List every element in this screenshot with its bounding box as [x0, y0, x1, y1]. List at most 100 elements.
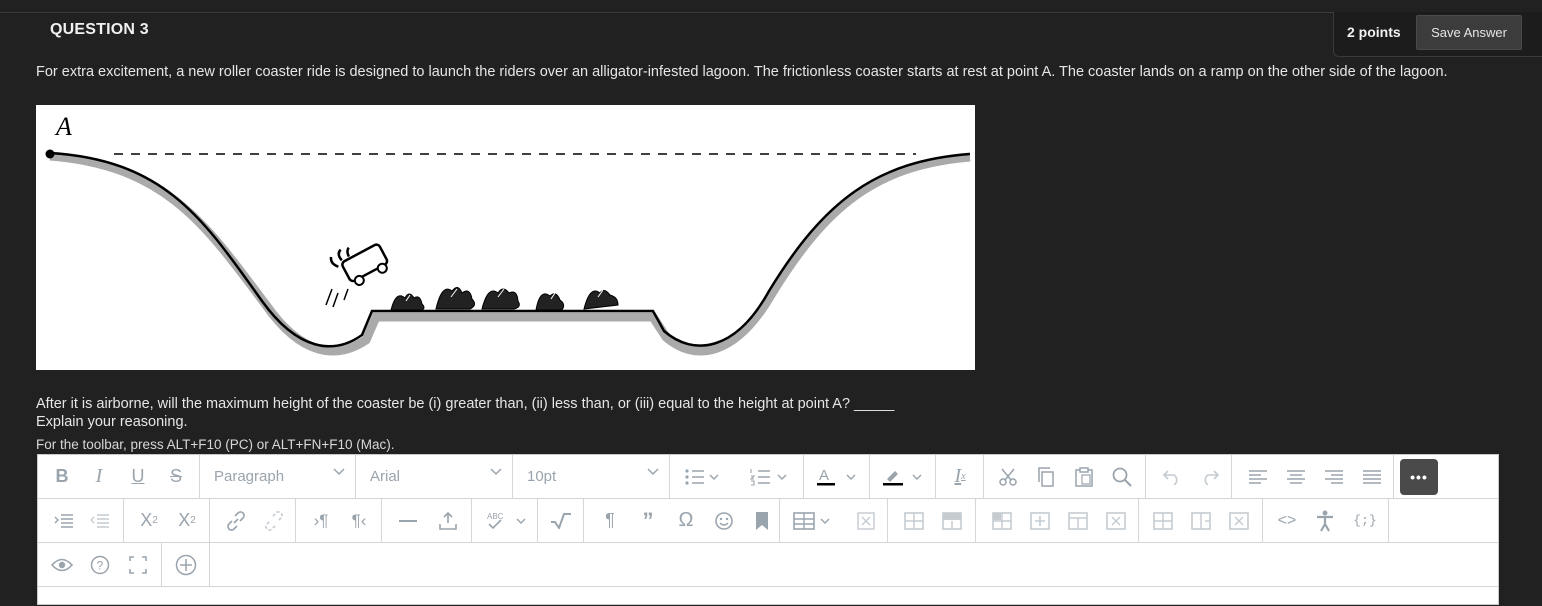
- undo-button[interactable]: [1158, 461, 1186, 492]
- justify-button[interactable]: [1358, 461, 1386, 492]
- blockquote-button[interactable]: ”: [634, 505, 662, 536]
- col-insert-after-icon: [1191, 511, 1211, 530]
- view-group: ?: [38, 543, 162, 586]
- remove-link-button[interactable]: [260, 505, 288, 536]
- placeholder-button[interactable]: {;}: [1349, 505, 1381, 536]
- font-family-select[interactable]: Arial: [356, 455, 513, 498]
- insert-table-button[interactable]: [792, 505, 840, 536]
- insert-col-before-button[interactable]: [1149, 505, 1177, 536]
- table-row-props-button[interactable]: [938, 505, 966, 536]
- delete-table-button[interactable]: [852, 505, 880, 536]
- insert-file-button[interactable]: [434, 505, 462, 536]
- align-center-button[interactable]: [1282, 461, 1310, 492]
- block-format-select[interactable]: Paragraph: [200, 455, 356, 498]
- align-left-button[interactable]: [1244, 461, 1272, 492]
- spellcheck-icon: ABC: [487, 512, 526, 529]
- highlight-group[interactable]: [870, 455, 936, 498]
- paste-button[interactable]: [1070, 461, 1098, 492]
- horizontal-line-button[interactable]: [394, 505, 422, 536]
- question-line-1: After it is airborne, will the maximum h…: [36, 396, 895, 412]
- special-character-button[interactable]: Ω: [672, 505, 700, 536]
- clear-formatting-button[interactable]: Ix: [944, 461, 976, 492]
- copy-icon: [1038, 466, 1054, 487]
- save-answer-button[interactable]: Save Answer: [1416, 15, 1522, 50]
- strikethrough-button[interactable]: S: [162, 461, 190, 492]
- history-group: [1146, 455, 1232, 498]
- bookmark-button[interactable]: [748, 505, 776, 536]
- underline-button[interactable]: U: [124, 461, 152, 492]
- highlight-color-button[interactable]: [880, 461, 930, 492]
- table-row-ops-group: [976, 499, 1139, 542]
- smiley-icon: [715, 511, 733, 530]
- insert-row-after-button[interactable]: [1026, 505, 1054, 536]
- outdent-button[interactable]: [86, 505, 114, 536]
- redo-button[interactable]: [1196, 461, 1224, 492]
- bullet-list-button[interactable]: [682, 461, 722, 492]
- indent-button[interactable]: [50, 505, 78, 536]
- superscript-button[interactable]: X2: [134, 505, 164, 536]
- top-divider: [0, 12, 1542, 13]
- table-group: [780, 499, 888, 542]
- delete-row-button[interactable]: [1102, 505, 1130, 536]
- ltr-button[interactable]: ›¶: [306, 505, 336, 536]
- help-button[interactable]: ?: [86, 549, 114, 580]
- font-size-value: 10pt: [527, 468, 557, 485]
- numbered-list-icon: [750, 468, 787, 486]
- cut-button[interactable]: [994, 461, 1022, 492]
- copy-button[interactable]: [1032, 461, 1060, 492]
- fullscreen-button[interactable]: [124, 549, 152, 580]
- eye-icon: [51, 558, 73, 571]
- upload-icon: [439, 511, 457, 530]
- paragraph-mark-button[interactable]: ¶: [596, 505, 624, 536]
- editor-content-area[interactable]: [38, 587, 1498, 606]
- more-options-button[interactable]: •••: [1400, 459, 1438, 495]
- bookmark-icon: [756, 511, 768, 530]
- row-insert-icon: [1068, 511, 1088, 530]
- source-code-button[interactable]: <>: [1273, 505, 1301, 536]
- insert-col-button[interactable]: [1064, 505, 1092, 536]
- bold-button[interactable]: B: [48, 461, 76, 492]
- font-size-select[interactable]: 10pt: [513, 455, 670, 498]
- accessibility-button[interactable]: [1311, 505, 1339, 536]
- delete-col-button[interactable]: [1225, 505, 1253, 536]
- row-insert-after-icon: [1030, 511, 1050, 530]
- math-group: [538, 499, 584, 542]
- table-cell-props-button[interactable]: [900, 505, 928, 536]
- add-content-button[interactable]: [172, 549, 200, 580]
- undo-icon: [1162, 469, 1178, 485]
- emoji-button[interactable]: [710, 505, 738, 536]
- alignment-group: [1232, 455, 1394, 498]
- question-text: After it is airborne, will the maximum h…: [36, 395, 894, 431]
- text-color-group[interactable]: A: [804, 455, 870, 498]
- subscript-button[interactable]: X2: [172, 505, 202, 536]
- align-right-icon: [1325, 469, 1343, 484]
- math-button[interactable]: [546, 505, 576, 536]
- insert-row-before-button[interactable]: [988, 505, 1016, 536]
- table-col-ops-group: [1139, 499, 1263, 542]
- script-group: X2 X2: [124, 499, 210, 542]
- plus-circle-icon: [175, 554, 197, 575]
- table-cell-group: [888, 499, 976, 542]
- italic-button[interactable]: I: [85, 461, 113, 492]
- find-button[interactable]: [1108, 461, 1136, 492]
- spellcheck-group[interactable]: ABC: [472, 499, 538, 542]
- horizontal-rule-icon: [399, 519, 417, 522]
- outdent-icon: [90, 513, 109, 528]
- preview-button[interactable]: [48, 549, 76, 580]
- clear-format-group: Ix: [936, 455, 984, 498]
- question-line-2: Explain your reasoning.: [36, 414, 188, 430]
- insert-link-button[interactable]: [222, 505, 250, 536]
- text-color-button[interactable]: A: [814, 461, 864, 492]
- rtl-button[interactable]: ¶‹: [344, 505, 374, 536]
- spellcheck-button[interactable]: ABC: [480, 505, 532, 536]
- link-icon: [227, 510, 245, 531]
- svg-text:?: ?: [97, 558, 104, 572]
- text-color-icon: A: [817, 467, 856, 485]
- insert-col-after-button[interactable]: [1187, 505, 1215, 536]
- clipboard-group: [984, 455, 1146, 498]
- redo-icon: [1204, 469, 1220, 485]
- align-right-button[interactable]: [1320, 461, 1348, 492]
- table-delete-icon: [857, 511, 875, 530]
- numbered-list-button[interactable]: [748, 461, 792, 492]
- unlink-icon: [265, 510, 283, 531]
